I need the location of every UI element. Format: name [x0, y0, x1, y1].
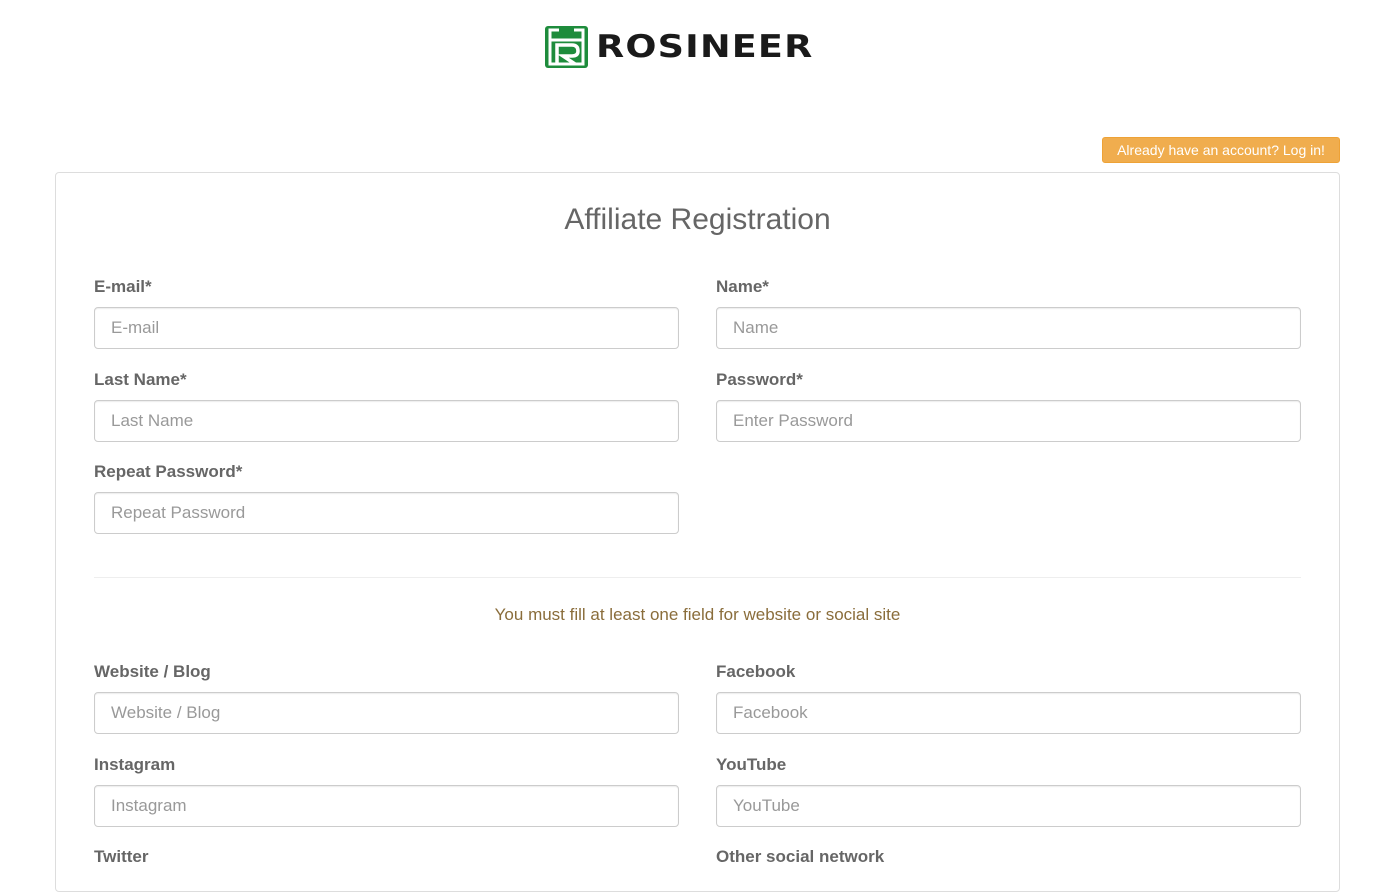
name-label: Name* — [716, 277, 769, 296]
name-group: Name* — [716, 277, 1301, 349]
instagram-group: Instagram — [94, 755, 679, 827]
website-label: Website / Blog — [94, 662, 211, 681]
brand-logo[interactable]: ROSINEER — [545, 26, 812, 68]
instagram-label: Instagram — [94, 755, 176, 774]
facebook-input[interactable] — [716, 692, 1301, 734]
name-input[interactable] — [716, 307, 1301, 349]
youtube-input[interactable] — [716, 785, 1301, 827]
facebook-group: Facebook — [716, 662, 1301, 734]
other-social-label: Other social network — [716, 847, 885, 866]
password-input[interactable] — [716, 400, 1301, 442]
social-notice: You must fill at least one field for web… — [494, 605, 901, 624]
rosineer-logo-icon — [545, 26, 588, 68]
instagram-input[interactable] — [94, 785, 679, 827]
section-divider — [94, 577, 1301, 578]
password-group: Password* — [716, 370, 1301, 442]
twitter-group: Twitter — [94, 847, 679, 877]
page-title: Affiliate Registration — [564, 203, 831, 236]
twitter-label: Twitter — [94, 847, 149, 866]
email-group: E-mail* — [94, 277, 679, 349]
email-input[interactable] — [94, 307, 679, 349]
facebook-label: Facebook — [716, 662, 796, 681]
email-label: E-mail* — [94, 277, 152, 296]
other-social-group: Other social network — [716, 847, 1301, 877]
login-button[interactable]: Already have an account? Log in! — [1102, 137, 1340, 163]
youtube-group: YouTube — [716, 755, 1301, 827]
last-name-label: Last Name* — [94, 370, 187, 389]
password-label: Password* — [716, 370, 803, 389]
last-name-input[interactable] — [94, 400, 679, 442]
last-name-group: Last Name* — [94, 370, 679, 442]
repeat-password-group: Repeat Password* — [94, 462, 679, 534]
registration-panel: Affiliate Registration E-mail* Name* Las… — [55, 172, 1340, 892]
youtube-label: YouTube — [716, 755, 787, 774]
website-input[interactable] — [94, 692, 679, 734]
repeat-password-input[interactable] — [94, 492, 679, 534]
brand-name: ROSINEER — [596, 29, 814, 65]
website-group: Website / Blog — [94, 662, 679, 734]
repeat-password-label: Repeat Password* — [94, 462, 243, 481]
